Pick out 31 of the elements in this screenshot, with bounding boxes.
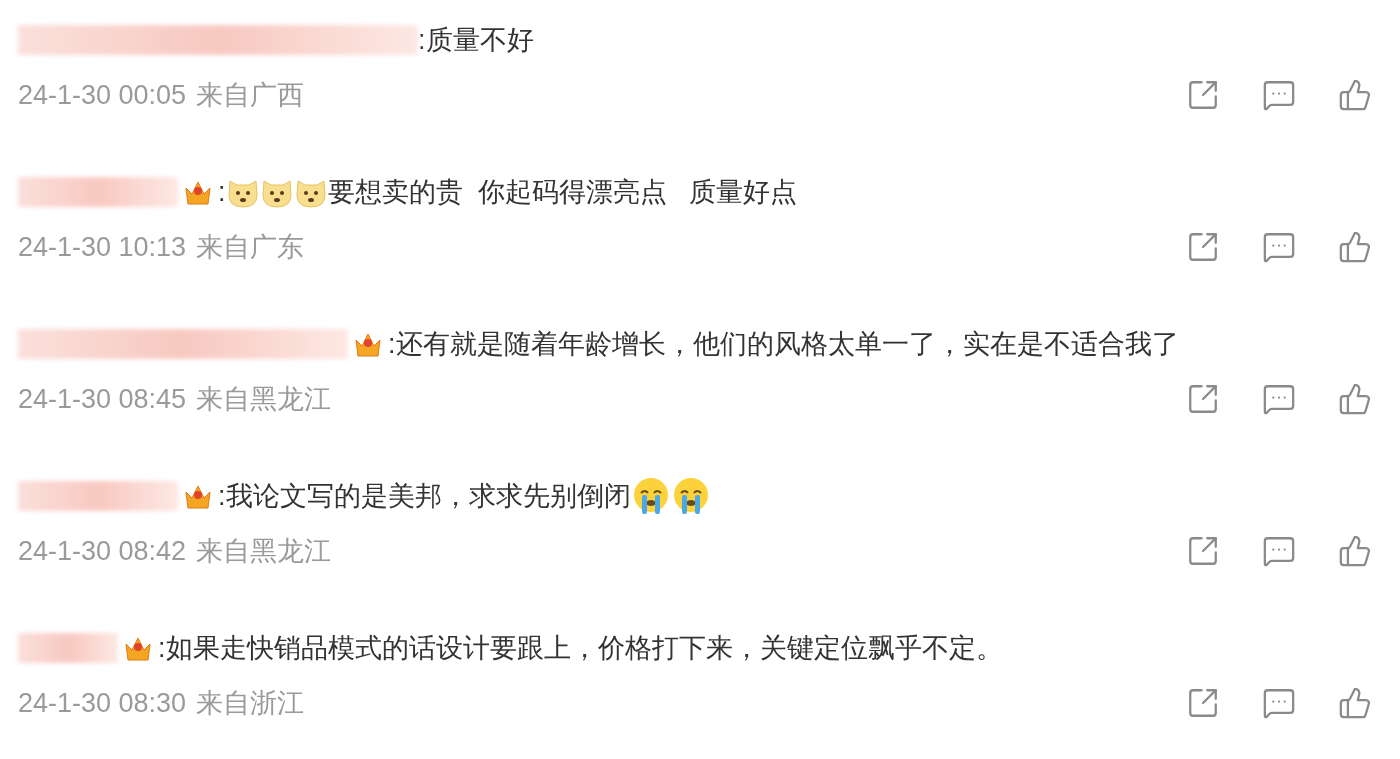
comment-text: :如果走快销品模式的话设计要跟上，价格打下来，关键定位飘乎不定。 [158,631,1003,665]
comment-text: :质量不好 [418,23,534,57]
comment-text: : [218,175,226,209]
share-icon[interactable] [1186,382,1220,416]
comment-time: 24-1-30 08:30 [18,686,187,720]
comment-icon[interactable] [1262,78,1296,112]
comment-time: 24-1-30 08:45 [18,382,187,416]
share-icon[interactable] [1186,78,1220,112]
comment-origin: 来自黑龙江 [196,534,332,568]
comment-origin: 来自黑龙江 [196,382,332,416]
comment-text: 要想卖的贵 你起码得漂亮点 质量好点 [327,175,798,209]
comment-time: 24-1-30 00:05 [18,78,187,112]
like-icon[interactable] [1338,78,1372,112]
share-icon[interactable] [1186,686,1220,720]
like-icon[interactable] [1338,534,1372,568]
comment-time: 24-1-30 10:13 [18,230,187,264]
comment-icon[interactable] [1262,534,1296,568]
comment-icon[interactable] [1262,382,1296,416]
comment-origin: 来自浙江 [196,686,305,720]
share-icon[interactable] [1186,534,1220,568]
comment-origin: 来自广西 [196,78,305,112]
comment-text: :我论文写的是美邦，求求先别倒闭 [218,479,631,513]
comment-icon[interactable] [1262,686,1296,720]
comment-origin: 来自广东 [196,230,305,264]
like-icon[interactable] [1338,382,1372,416]
comment-text: :还有就是随着年龄增长，他们的风格太单一了，实在是不适合我了 [388,327,1179,361]
like-icon[interactable] [1338,230,1372,264]
comment-time: 24-1-30 08:42 [18,534,187,568]
share-icon[interactable] [1186,230,1220,264]
comment-icon[interactable] [1262,230,1296,264]
like-icon[interactable] [1338,686,1372,720]
